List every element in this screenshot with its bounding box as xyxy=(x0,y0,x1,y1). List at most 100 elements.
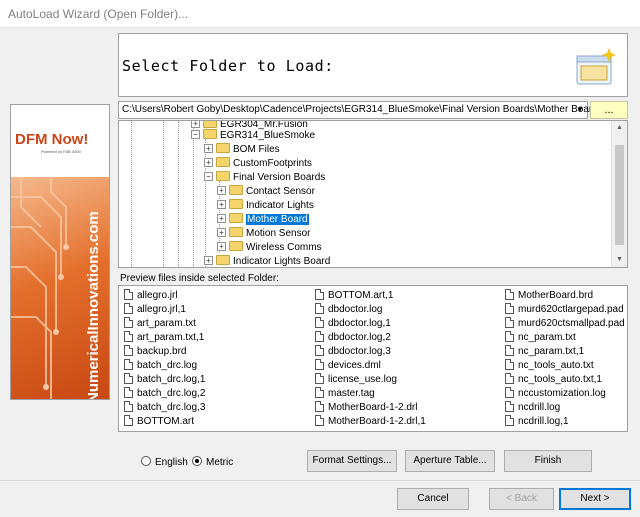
tree-guide-line xyxy=(178,121,179,267)
expand-icon[interactable]: + xyxy=(191,121,200,128)
scrollbar-thumb[interactable] xyxy=(615,145,624,245)
file-item[interactable]: license_use.log xyxy=(315,373,397,387)
aperture-table-button[interactable]: Aperture Table... xyxy=(405,450,495,472)
logo-area: DFM Now! Powered by FAB 3000 xyxy=(11,105,109,177)
file-name: nc_param.txt,1 xyxy=(518,346,585,357)
file-icon xyxy=(315,373,324,384)
file-icon xyxy=(124,415,133,426)
folder-icon xyxy=(203,121,217,128)
finish-button[interactable]: Finish xyxy=(504,450,592,472)
tree-item[interactable]: + Indicator Lights xyxy=(217,199,314,213)
file-item[interactable]: devices.dml xyxy=(315,359,381,373)
next-button[interactable]: Next > xyxy=(559,488,631,510)
file-item[interactable]: batch_drc.log,3 xyxy=(124,401,205,415)
collapse-icon[interactable]: − xyxy=(191,130,200,139)
file-name: allegro.jrl xyxy=(137,290,178,301)
folder-tree[interactable]: + EGR304_Mr.Fusion − EGR314_BlueSmoke + BOM… xyxy=(118,120,628,268)
file-item[interactable]: murd620ctlargepad.pad xyxy=(505,303,624,317)
collapse-icon[interactable]: − xyxy=(204,172,213,181)
file-item[interactable]: dbdoctor.log,1 xyxy=(315,317,391,331)
file-icon xyxy=(505,331,514,342)
file-item[interactable]: BOTTOM.art xyxy=(124,415,194,429)
tree-item[interactable]: + Indicator Lights Board xyxy=(204,255,330,267)
expand-icon[interactable]: + xyxy=(217,200,226,209)
radio-circle-icon[interactable] xyxy=(141,456,151,466)
file-name: nc_param.txt xyxy=(518,332,576,343)
file-item[interactable]: nccustomization.log xyxy=(505,387,606,401)
file-item[interactable]: art_param.txt xyxy=(124,317,196,331)
file-name: murd620ctlargepad.pad xyxy=(518,304,624,315)
file-icon xyxy=(315,401,324,412)
file-icon xyxy=(315,303,324,314)
file-icon xyxy=(315,415,324,426)
file-item[interactable]: dbdoctor.log,3 xyxy=(315,345,391,359)
scroll-down-icon[interactable]: ▼ xyxy=(612,253,627,267)
file-item[interactable]: dbdoctor.log xyxy=(315,303,383,317)
file-item[interactable]: batch_drc.log xyxy=(124,359,197,373)
file-name: nc_tools_auto.txt,1 xyxy=(518,374,602,385)
expand-icon[interactable]: + xyxy=(204,256,213,265)
file-item[interactable]: allegro.jrl,1 xyxy=(124,303,186,317)
file-item[interactable]: master.tag xyxy=(315,387,375,401)
tree-item[interactable]: − Final Version Boards xyxy=(204,171,325,185)
scroll-up-icon[interactable]: ▲ xyxy=(612,121,627,135)
file-name: batch_drc.log xyxy=(137,360,198,371)
file-item[interactable]: nc_tools_auto.txt xyxy=(505,359,594,373)
file-item[interactable]: batch_drc.log,2 xyxy=(124,387,205,401)
file-item[interactable]: nc_param.txt xyxy=(505,331,576,345)
folder-open-icon xyxy=(216,171,230,181)
tree-item-selected[interactable]: + Mother Board xyxy=(217,213,309,227)
file-item[interactable]: dbdoctor.log,2 xyxy=(315,331,391,345)
expand-icon[interactable]: + xyxy=(204,144,213,153)
expand-icon[interactable]: + xyxy=(217,228,226,237)
preview-file-list[interactable]: allegro.jrl allegro.jrl,1 art_param.txt … xyxy=(118,285,628,432)
file-name: murd620ctsmallpad.pad xyxy=(518,318,625,329)
file-item[interactable]: nc_tools_auto.txt,1 xyxy=(505,373,602,387)
english-label: English xyxy=(155,457,188,468)
file-name: master.tag xyxy=(328,388,375,399)
expand-icon[interactable]: + xyxy=(204,158,213,167)
file-icon xyxy=(124,373,133,384)
file-item[interactable]: murd620ctsmallpad.pad xyxy=(505,317,625,331)
file-item[interactable]: allegro.jrl xyxy=(124,289,178,303)
metric-radio[interactable]: Metric xyxy=(192,456,233,468)
folder-open-icon xyxy=(229,213,243,223)
website-text: NumericalInnovations.com xyxy=(85,211,102,400)
expand-icon[interactable]: + xyxy=(217,242,226,251)
format-settings-button[interactable]: Format Settings... xyxy=(307,450,397,472)
footer-divider xyxy=(0,480,640,481)
file-name: MotherBoard-1-2.drl,1 xyxy=(328,416,426,427)
expand-icon[interactable]: + xyxy=(217,214,226,223)
tree-item[interactable]: + BOM Files xyxy=(204,143,280,157)
file-icon xyxy=(505,373,514,384)
file-item[interactable]: MotherBoard-1-2.drl xyxy=(315,401,417,415)
file-item[interactable]: MotherBoard.brd xyxy=(505,289,593,303)
file-icon xyxy=(505,359,514,370)
back-button[interactable]: < Back xyxy=(489,488,554,510)
dropdown-arrow-icon[interactable]: ▼ xyxy=(573,102,587,118)
folder-path-combo[interactable]: C:\Users\Robert Goby\Desktop\Cadence\Pro… xyxy=(118,101,598,119)
file-item[interactable]: backup.brd xyxy=(124,345,186,359)
tree-item[interactable]: − EGR314_BlueSmoke xyxy=(191,129,315,143)
cancel-button[interactable]: Cancel xyxy=(397,488,469,510)
radio-checked-icon[interactable] xyxy=(192,456,202,466)
file-item[interactable]: ncdrill.log,1 xyxy=(505,415,569,429)
file-item[interactable]: ncdrill.log xyxy=(505,401,560,415)
file-item[interactable]: art_param.txt,1 xyxy=(124,331,204,345)
file-item[interactable]: batch_drc.log,1 xyxy=(124,373,205,387)
title-bar: AutoLoad Wizard (Open Folder)... xyxy=(0,0,640,28)
file-name: allegro.jrl,1 xyxy=(137,304,186,315)
expand-icon[interactable]: + xyxy=(217,186,226,195)
file-item[interactable]: nc_param.txt,1 xyxy=(505,345,584,359)
browse-button[interactable]: ... xyxy=(590,101,628,119)
tree-item[interactable]: + Wireless Comms xyxy=(217,241,322,255)
file-item[interactable]: MotherBoard-1-2.drl,1 xyxy=(315,415,426,429)
tree-item[interactable]: + CustomFootprints xyxy=(204,157,312,171)
tree-item[interactable]: + Motion Sensor xyxy=(217,227,310,241)
tree-item[interactable]: + Contact Sensor xyxy=(217,185,315,199)
tree-scrollbar[interactable]: ▲ ▼ xyxy=(611,121,627,267)
file-icon xyxy=(505,317,514,328)
file-item[interactable]: BOTTOM.art,1 xyxy=(315,289,393,303)
file-icon xyxy=(315,331,324,342)
english-radio[interactable]: English xyxy=(141,456,188,468)
